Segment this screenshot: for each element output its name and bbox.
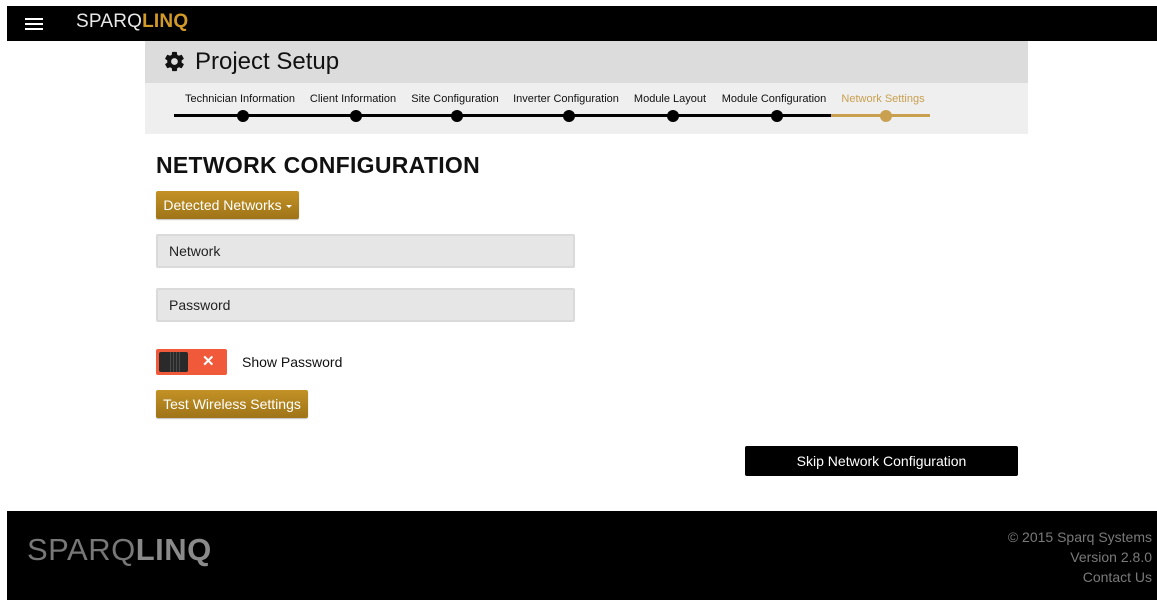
version-text: Version 2.8.0 — [1070, 549, 1152, 565]
gear-icon — [165, 51, 184, 72]
show-password-label: Show Password — [242, 354, 343, 370]
step-dot — [880, 110, 892, 122]
project-setup-header: Project Setup — [145, 41, 1028, 83]
footer: SPARQLINQ © 2015 Sparq Systems Version 2… — [7, 511, 1157, 600]
copyright-text: © 2015 Sparq Systems — [1007, 529, 1152, 545]
step-network-settings[interactable]: Network Settings — [145, 83, 1028, 134]
brand-logo[interactable]: SPARQLINQ — [76, 11, 188, 33]
skip-network-configuration-button[interactable]: Skip Network Configuration — [745, 446, 1018, 476]
network-input[interactable] — [156, 234, 575, 268]
caret-down-icon — [285, 204, 292, 208]
footer-brand-part-2: LINQ — [135, 532, 212, 567]
top-bar: SPARQLINQ — [7, 6, 1157, 41]
password-input[interactable] — [156, 288, 575, 322]
toggle-knob[interactable] — [159, 352, 188, 372]
setup-stepper: Technician Information Client Informatio… — [145, 83, 1028, 134]
step-label: Network Settings — [841, 93, 925, 105]
show-password-toggle[interactable]: ✕ — [156, 349, 227, 375]
brand-part-1: SPARQ — [76, 11, 143, 32]
brand-part-2: LINQ — [142, 11, 189, 32]
close-icon: ✕ — [202, 353, 215, 370]
detected-networks-dropdown[interactable]: Detected Networks — [156, 191, 299, 219]
hamburger-icon[interactable] — [25, 15, 43, 31]
footer-info: © 2015 Sparq Systems Version 2.8.0 Conta… — [1008, 527, 1152, 587]
test-wireless-settings-button[interactable]: Test Wireless Settings — [156, 390, 308, 418]
page-title: Project Setup — [195, 48, 340, 75]
section-title: NETWORK CONFIGURATION — [156, 152, 481, 178]
footer-brand-part-1: SPARQ — [27, 532, 136, 567]
detected-networks-label: Detected Networks — [163, 197, 282, 213]
contact-us-link[interactable]: Contact Us — [1083, 569, 1152, 585]
footer-brand-logo: SPARQLINQ — [27, 532, 212, 568]
